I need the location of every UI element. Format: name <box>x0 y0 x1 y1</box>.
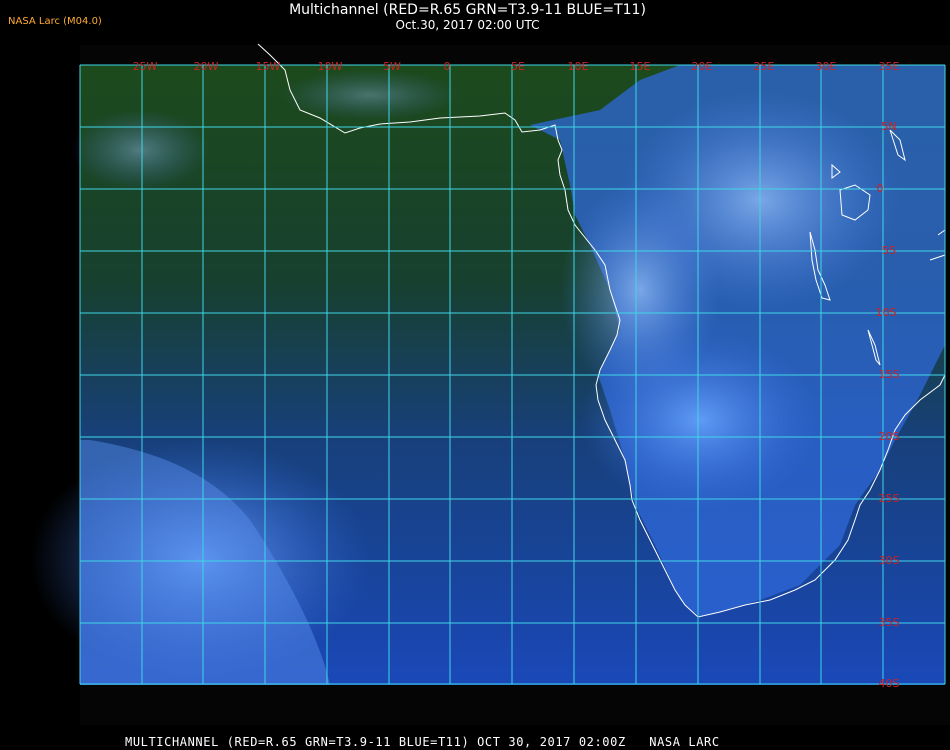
lat-label: 35S <box>879 616 900 629</box>
lon-label: 30E <box>816 60 837 73</box>
lat-label: 20S <box>879 430 900 443</box>
lon-label: 20W <box>194 60 219 73</box>
lat-label: 30S <box>879 554 900 567</box>
lon-label: 10E <box>568 60 589 73</box>
lon-label: 25W <box>133 60 158 73</box>
lon-label: 15W <box>256 60 281 73</box>
lon-label: 0 <box>444 60 451 73</box>
cloud-mass <box>560 180 720 400</box>
lon-label: 15E <box>630 60 651 73</box>
lon-label: 35E <box>879 60 900 73</box>
lat-label: 5N <box>881 120 896 133</box>
lat-label: 5S <box>882 244 896 257</box>
lon-label: 10W <box>318 60 343 73</box>
lat-label: 25S <box>879 492 900 505</box>
lat-label: 40S <box>879 677 900 690</box>
lat-label: 15S <box>879 368 900 381</box>
cloud-mass <box>70 110 210 190</box>
lon-label: 5W <box>383 60 401 73</box>
satellite-map: 25W 20W 15W 10W 5W 0 5E 10E 15E 20E 25E … <box>30 43 950 725</box>
lon-label: 25E <box>754 60 775 73</box>
lat-label: 0 <box>877 182 884 195</box>
lat-label: 10S <box>876 306 897 319</box>
lon-label: 20E <box>692 60 713 73</box>
lon-label: 5E <box>511 60 525 73</box>
footer-caption: MULTICHANNEL (RED=R.65 GRN=T3.9-11 BLUE=… <box>125 735 720 749</box>
